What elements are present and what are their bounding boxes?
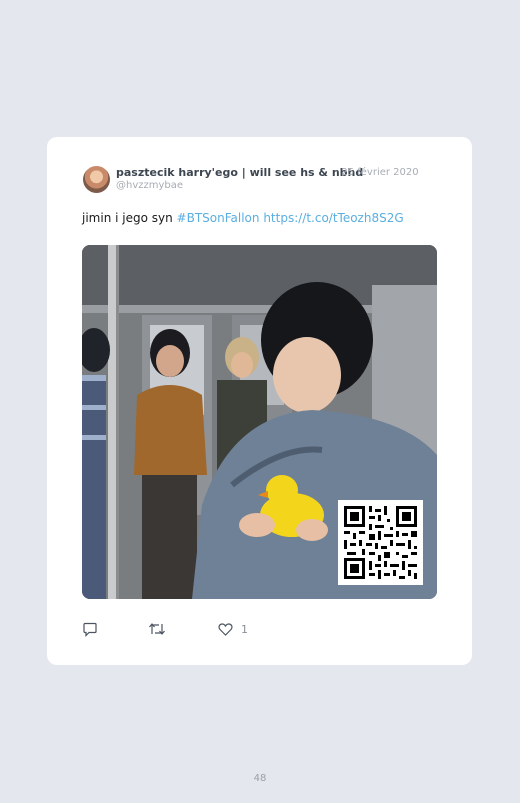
- tweet-card: pasztecik harry'ego | will see hs & nbhd…: [47, 137, 472, 665]
- heart-icon: [218, 622, 233, 636]
- url-link[interactable]: https://t.co/tTeozh8S2G: [263, 211, 403, 225]
- avatar[interactable]: [83, 166, 110, 193]
- tweet-date: · 25 février 2020: [335, 167, 419, 178]
- retweet-button[interactable]: [148, 621, 166, 637]
- tweet-actions: 1: [82, 621, 442, 637]
- hashtag-link[interactable]: #BTSonFallon: [177, 211, 260, 225]
- user-handle[interactable]: @hvzzmybae: [116, 180, 183, 191]
- tweet-text-plain: jimin i jego syn: [82, 211, 177, 225]
- display-name[interactable]: pasztecik harry'ego | will see hs & nbhd: [116, 166, 363, 179]
- like-button[interactable]: 1: [218, 621, 248, 637]
- tweet-text: jimin i jego syn #BTSonFallon https://t.…: [82, 211, 404, 225]
- retweet-icon: [149, 623, 165, 635]
- tweet-media-image[interactable]: [82, 245, 437, 599]
- reply-button[interactable]: [82, 621, 98, 637]
- qr-code: [338, 500, 423, 585]
- like-count: 1: [241, 622, 248, 636]
- reply-icon: [83, 622, 97, 637]
- page-number: 48: [253, 773, 267, 784]
